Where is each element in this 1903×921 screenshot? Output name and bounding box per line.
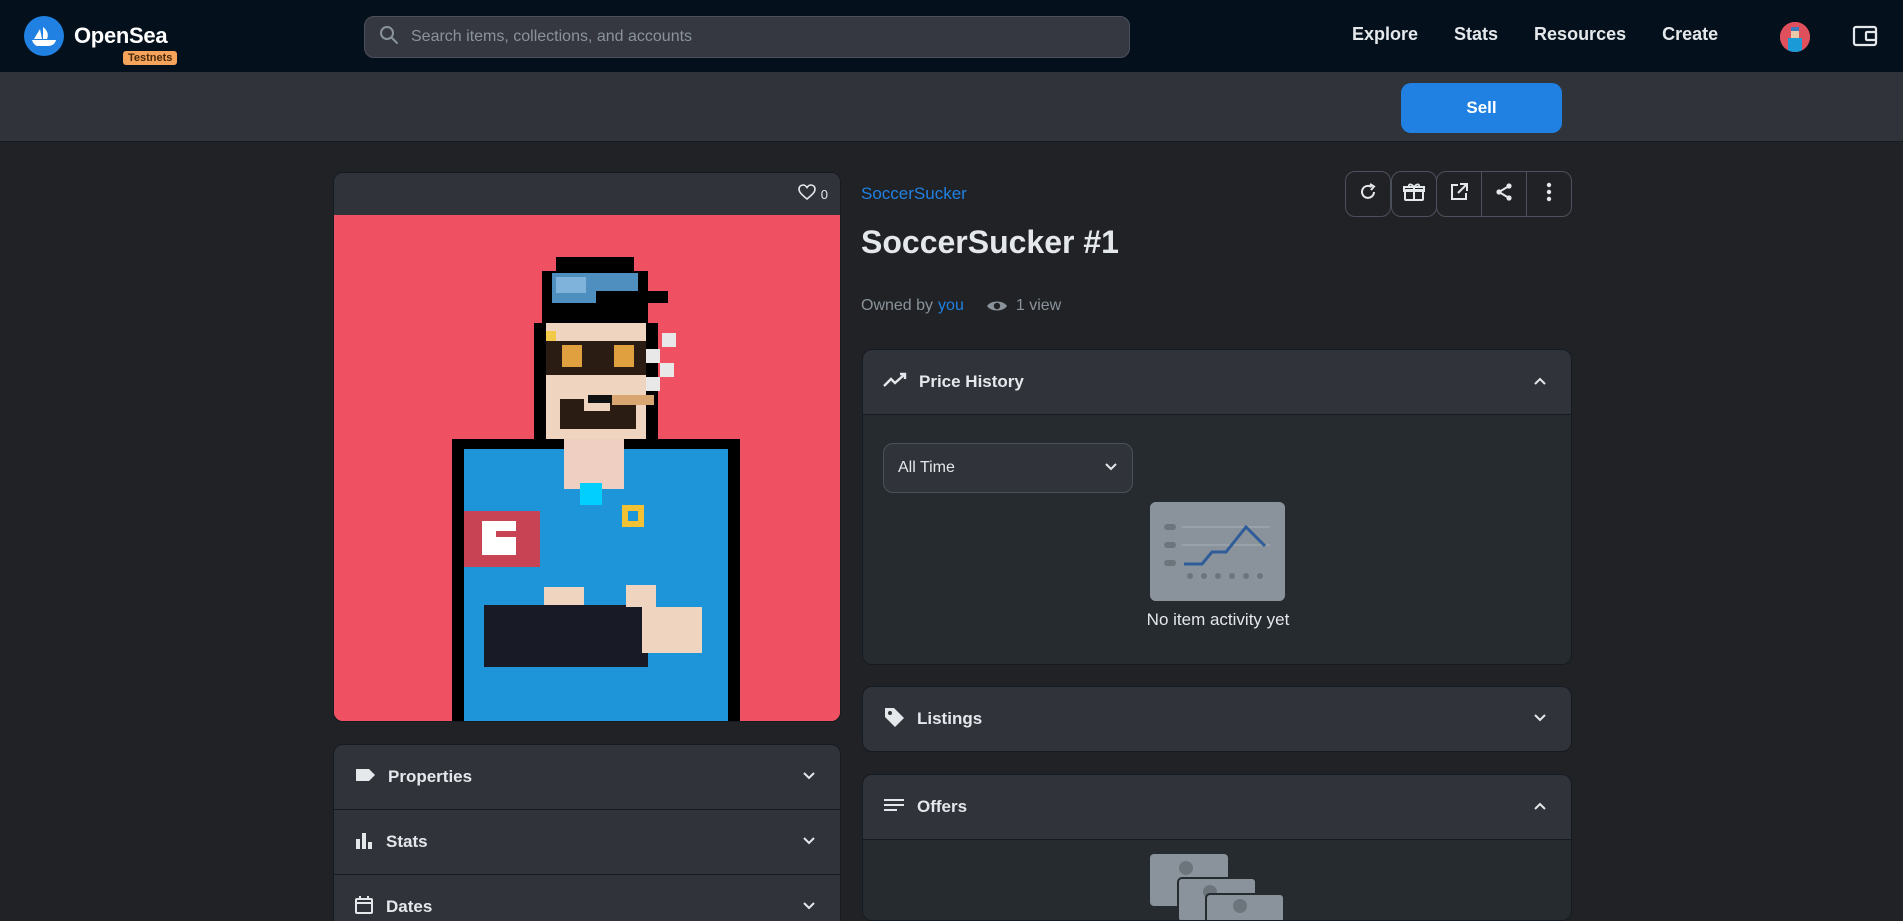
share-button[interactable] — [1481, 171, 1527, 217]
offers-title: Offers — [917, 797, 968, 816]
chevron-down-icon — [802, 833, 816, 851]
offers-panel: Offers — [862, 774, 1572, 921]
ownership-info: Owned by you 1 view — [861, 297, 1061, 315]
properties-label: Properties — [388, 767, 473, 786]
properties-section[interactable]: Properties — [334, 745, 840, 810]
opensea-logo[interactable]: OpenSea — [24, 16, 168, 56]
nav-resources[interactable]: Resources — [1534, 24, 1626, 45]
chevron-down-icon — [1533, 710, 1547, 728]
dates-label: Dates — [386, 897, 433, 916]
listings-title: Listings — [917, 709, 983, 728]
nft-image-card: 0 — [333, 172, 841, 722]
main-nav: Explore Stats Resources Create — [1352, 24, 1754, 45]
offers-header[interactable]: Offers — [863, 775, 1571, 839]
nav-create[interactable]: Create — [1662, 24, 1718, 45]
chevron-up-icon — [1533, 373, 1547, 391]
offers-body — [863, 839, 1571, 920]
external-link-icon — [1449, 182, 1469, 207]
owner-link[interactable]: you — [938, 297, 964, 315]
search-input[interactable] — [411, 28, 1091, 46]
bar-chart-icon — [354, 831, 374, 854]
testnets-badge: Testnets — [123, 51, 178, 65]
time-range-value: All Time — [898, 459, 955, 476]
stats-section[interactable]: Stats — [334, 810, 840, 875]
search-bar[interactable] — [364, 16, 1130, 58]
chevron-down-icon — [802, 898, 816, 916]
transfer-gift-button[interactable] — [1391, 171, 1437, 217]
user-avatar[interactable] — [1780, 22, 1810, 52]
no-activity-message: No item activity yet — [1146, 610, 1290, 629]
empty-offers-illustration-icon — [1150, 854, 1285, 920]
listings-panel: Listings — [862, 686, 1572, 752]
price-history-panel: Price History All Time No item activity … — [862, 349, 1572, 665]
price-tag-icon — [883, 706, 905, 733]
favorite-count: 0 — [820, 186, 828, 202]
nav-explore[interactable]: Explore — [1352, 24, 1418, 45]
share-icon — [1494, 182, 1514, 207]
empty-chart-illustration-icon — [1150, 502, 1285, 601]
price-history-header[interactable]: Price History — [863, 350, 1571, 414]
nft-card-header: 0 — [334, 173, 840, 215]
heart-icon[interactable] — [797, 183, 816, 205]
stats-label: Stats — [386, 832, 428, 851]
chevron-down-icon — [1104, 459, 1118, 477]
tag-icon — [354, 767, 376, 788]
wallet-icon[interactable] — [1851, 22, 1879, 55]
view-count: 1 view — [1015, 297, 1062, 314]
collection-link[interactable]: SoccerSucker — [861, 184, 967, 204]
chevron-down-icon — [802, 768, 816, 786]
gift-icon — [1403, 182, 1425, 207]
refresh-icon — [1358, 182, 1378, 207]
details-accordion: Properties Stats Dates — [333, 744, 841, 921]
more-options-button[interactable] — [1526, 171, 1572, 217]
eye-icon — [986, 299, 1008, 313]
top-navbar: OpenSea Testnets Explore Stats Resources… — [0, 0, 1903, 72]
sell-button[interactable]: Sell — [1401, 83, 1562, 133]
nav-stats[interactable]: Stats — [1454, 24, 1498, 45]
owner-action-bar: Sell — [0, 72, 1903, 142]
listings-header[interactable]: Listings — [863, 687, 1571, 751]
opensea-boat-icon — [24, 16, 64, 56]
item-title: SoccerSucker #1 — [861, 224, 1119, 260]
time-range-select[interactable]: All Time — [883, 443, 1133, 493]
open-external-button[interactable] — [1436, 171, 1482, 217]
list-lines-icon — [883, 797, 905, 818]
refresh-metadata-button[interactable] — [1345, 171, 1391, 217]
chevron-up-icon — [1533, 798, 1547, 816]
calendar-icon — [354, 895, 374, 920]
search-icon — [379, 25, 399, 50]
trending-line-icon — [883, 372, 907, 393]
price-history-body: All Time No item activity yet — [863, 414, 1571, 664]
price-history-title: Price History — [919, 372, 1024, 391]
brand-name: OpenSea — [74, 23, 168, 48]
item-actions-toolbar — [1345, 171, 1572, 217]
nft-pixel-art-image[interactable] — [334, 215, 841, 722]
kebab-menu-icon — [1546, 182, 1552, 207]
dates-section[interactable]: Dates — [334, 875, 840, 921]
owned-by-label: Owned by — [861, 297, 934, 314]
